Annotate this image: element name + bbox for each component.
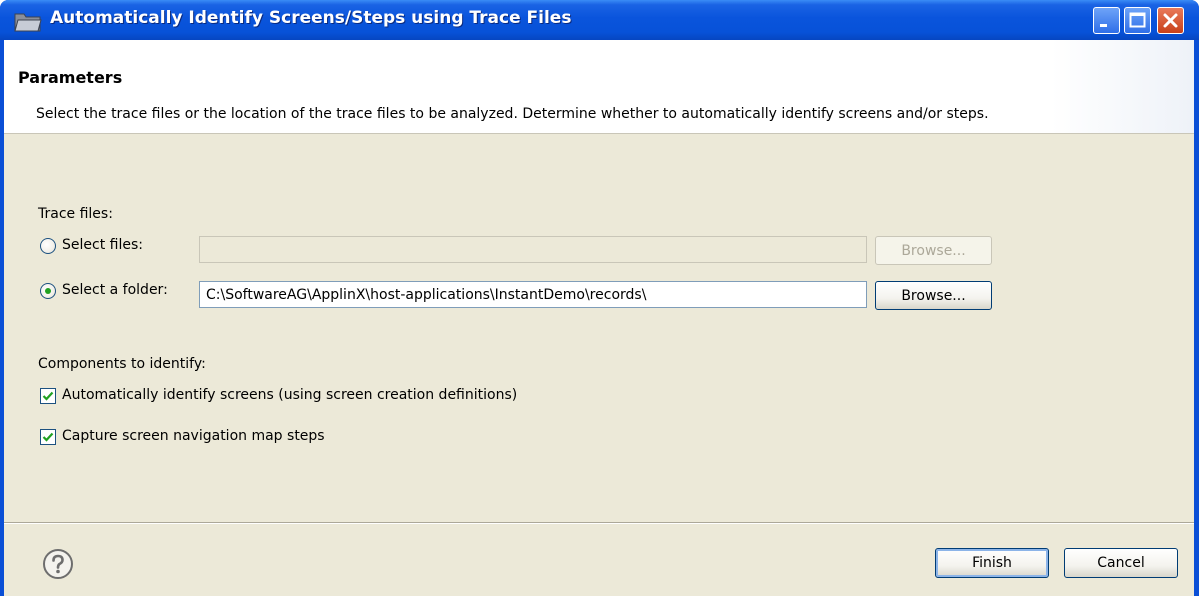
question-mark-icon[interactable]: [42, 548, 74, 580]
select-folder-input[interactable]: [199, 281, 867, 308]
select-files-input[interactable]: [199, 236, 867, 263]
folder-app-icon: [14, 10, 42, 32]
cancel-button[interactable]: Cancel: [1064, 548, 1178, 578]
page-title: Parameters: [18, 68, 123, 87]
select-files-label[interactable]: Select files:: [62, 237, 143, 253]
wizard-header: Parameters Select the trace files or the…: [4, 40, 1194, 134]
dialog-client-area: Parameters Select the trace files or the…: [4, 40, 1194, 596]
identify-screens-checkbox[interactable]: [40, 388, 56, 404]
minimize-button[interactable]: [1093, 7, 1120, 34]
maximize-button[interactable]: [1124, 7, 1151, 34]
identify-screens-label[interactable]: Automatically identify screens (using sc…: [62, 387, 517, 403]
checkmark-icon: [42, 391, 54, 401]
select-folder-label[interactable]: Select a folder:: [62, 282, 168, 298]
page-description: Select the trace files or the location o…: [36, 106, 989, 122]
close-button[interactable]: [1157, 7, 1184, 34]
trace-files-label: Trace files:: [38, 206, 113, 222]
finish-button[interactable]: Finish: [935, 548, 1049, 578]
components-label: Components to identify:: [38, 356, 206, 372]
capture-steps-label[interactable]: Capture screen navigation map steps: [62, 428, 325, 444]
window-title: Automatically Identify Screens/Steps usi…: [50, 8, 572, 28]
checkmark-icon: [42, 432, 54, 442]
dialog-window: Automatically Identify Screens/Steps usi…: [0, 0, 1199, 596]
title-bar[interactable]: Automatically Identify Screens/Steps usi…: [0, 0, 1199, 40]
select-folder-radio[interactable]: [40, 283, 56, 299]
browse-files-button[interactable]: Browse...: [875, 236, 992, 265]
radio-selected-dot: [45, 288, 51, 294]
footer-separator: [4, 522, 1194, 524]
select-files-radio[interactable]: [40, 238, 56, 254]
browse-folder-button[interactable]: Browse...: [875, 281, 992, 310]
capture-steps-checkbox[interactable]: [40, 429, 56, 445]
